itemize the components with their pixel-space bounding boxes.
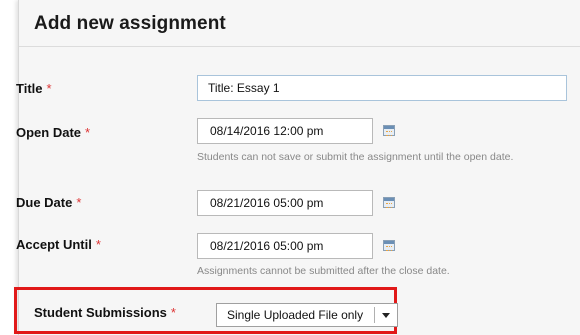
calendar-icon[interactable] — [383, 197, 395, 208]
due-date-label-text: Due Date — [16, 195, 73, 210]
accept-until-label-text: Accept Until — [16, 237, 92, 252]
title-input[interactable] — [197, 75, 567, 101]
open-date-help: Students can not save or submit the assi… — [197, 151, 514, 163]
required-mark: * — [170, 305, 176, 320]
required-mark: * — [95, 237, 101, 252]
required-mark: * — [85, 125, 91, 140]
panel-header: Add new assignment — [19, 0, 580, 47]
due-date-label: Due Date * — [16, 195, 81, 210]
required-mark: * — [46, 81, 52, 96]
open-date-label-text: Open Date — [16, 125, 82, 140]
open-date-input[interactable] — [197, 118, 373, 144]
required-mark: * — [76, 195, 82, 210]
student-submissions-value: Single Uploaded File only — [227, 308, 364, 322]
accept-until-input[interactable] — [197, 233, 373, 259]
due-date-input[interactable] — [197, 190, 373, 216]
student-submissions-label: Student Submissions * — [34, 305, 176, 320]
calendar-icon[interactable] — [383, 125, 395, 136]
page-title: Add new assignment — [34, 13, 226, 34]
calendar-icon[interactable] — [383, 240, 395, 251]
accept-until-help: Assignments cannot be submitted after th… — [197, 265, 450, 277]
title-label-text: Title — [16, 81, 43, 96]
assignment-panel: Add new assignment — [18, 0, 580, 335]
student-submissions-label-text: Student Submissions — [34, 305, 167, 320]
accept-until-label: Accept Until * — [16, 237, 101, 252]
open-date-label: Open Date * — [16, 125, 90, 140]
chevron-down-icon[interactable] — [374, 307, 397, 323]
title-label: Title * — [16, 81, 52, 96]
student-submissions-select[interactable]: Single Uploaded File only — [216, 303, 398, 327]
